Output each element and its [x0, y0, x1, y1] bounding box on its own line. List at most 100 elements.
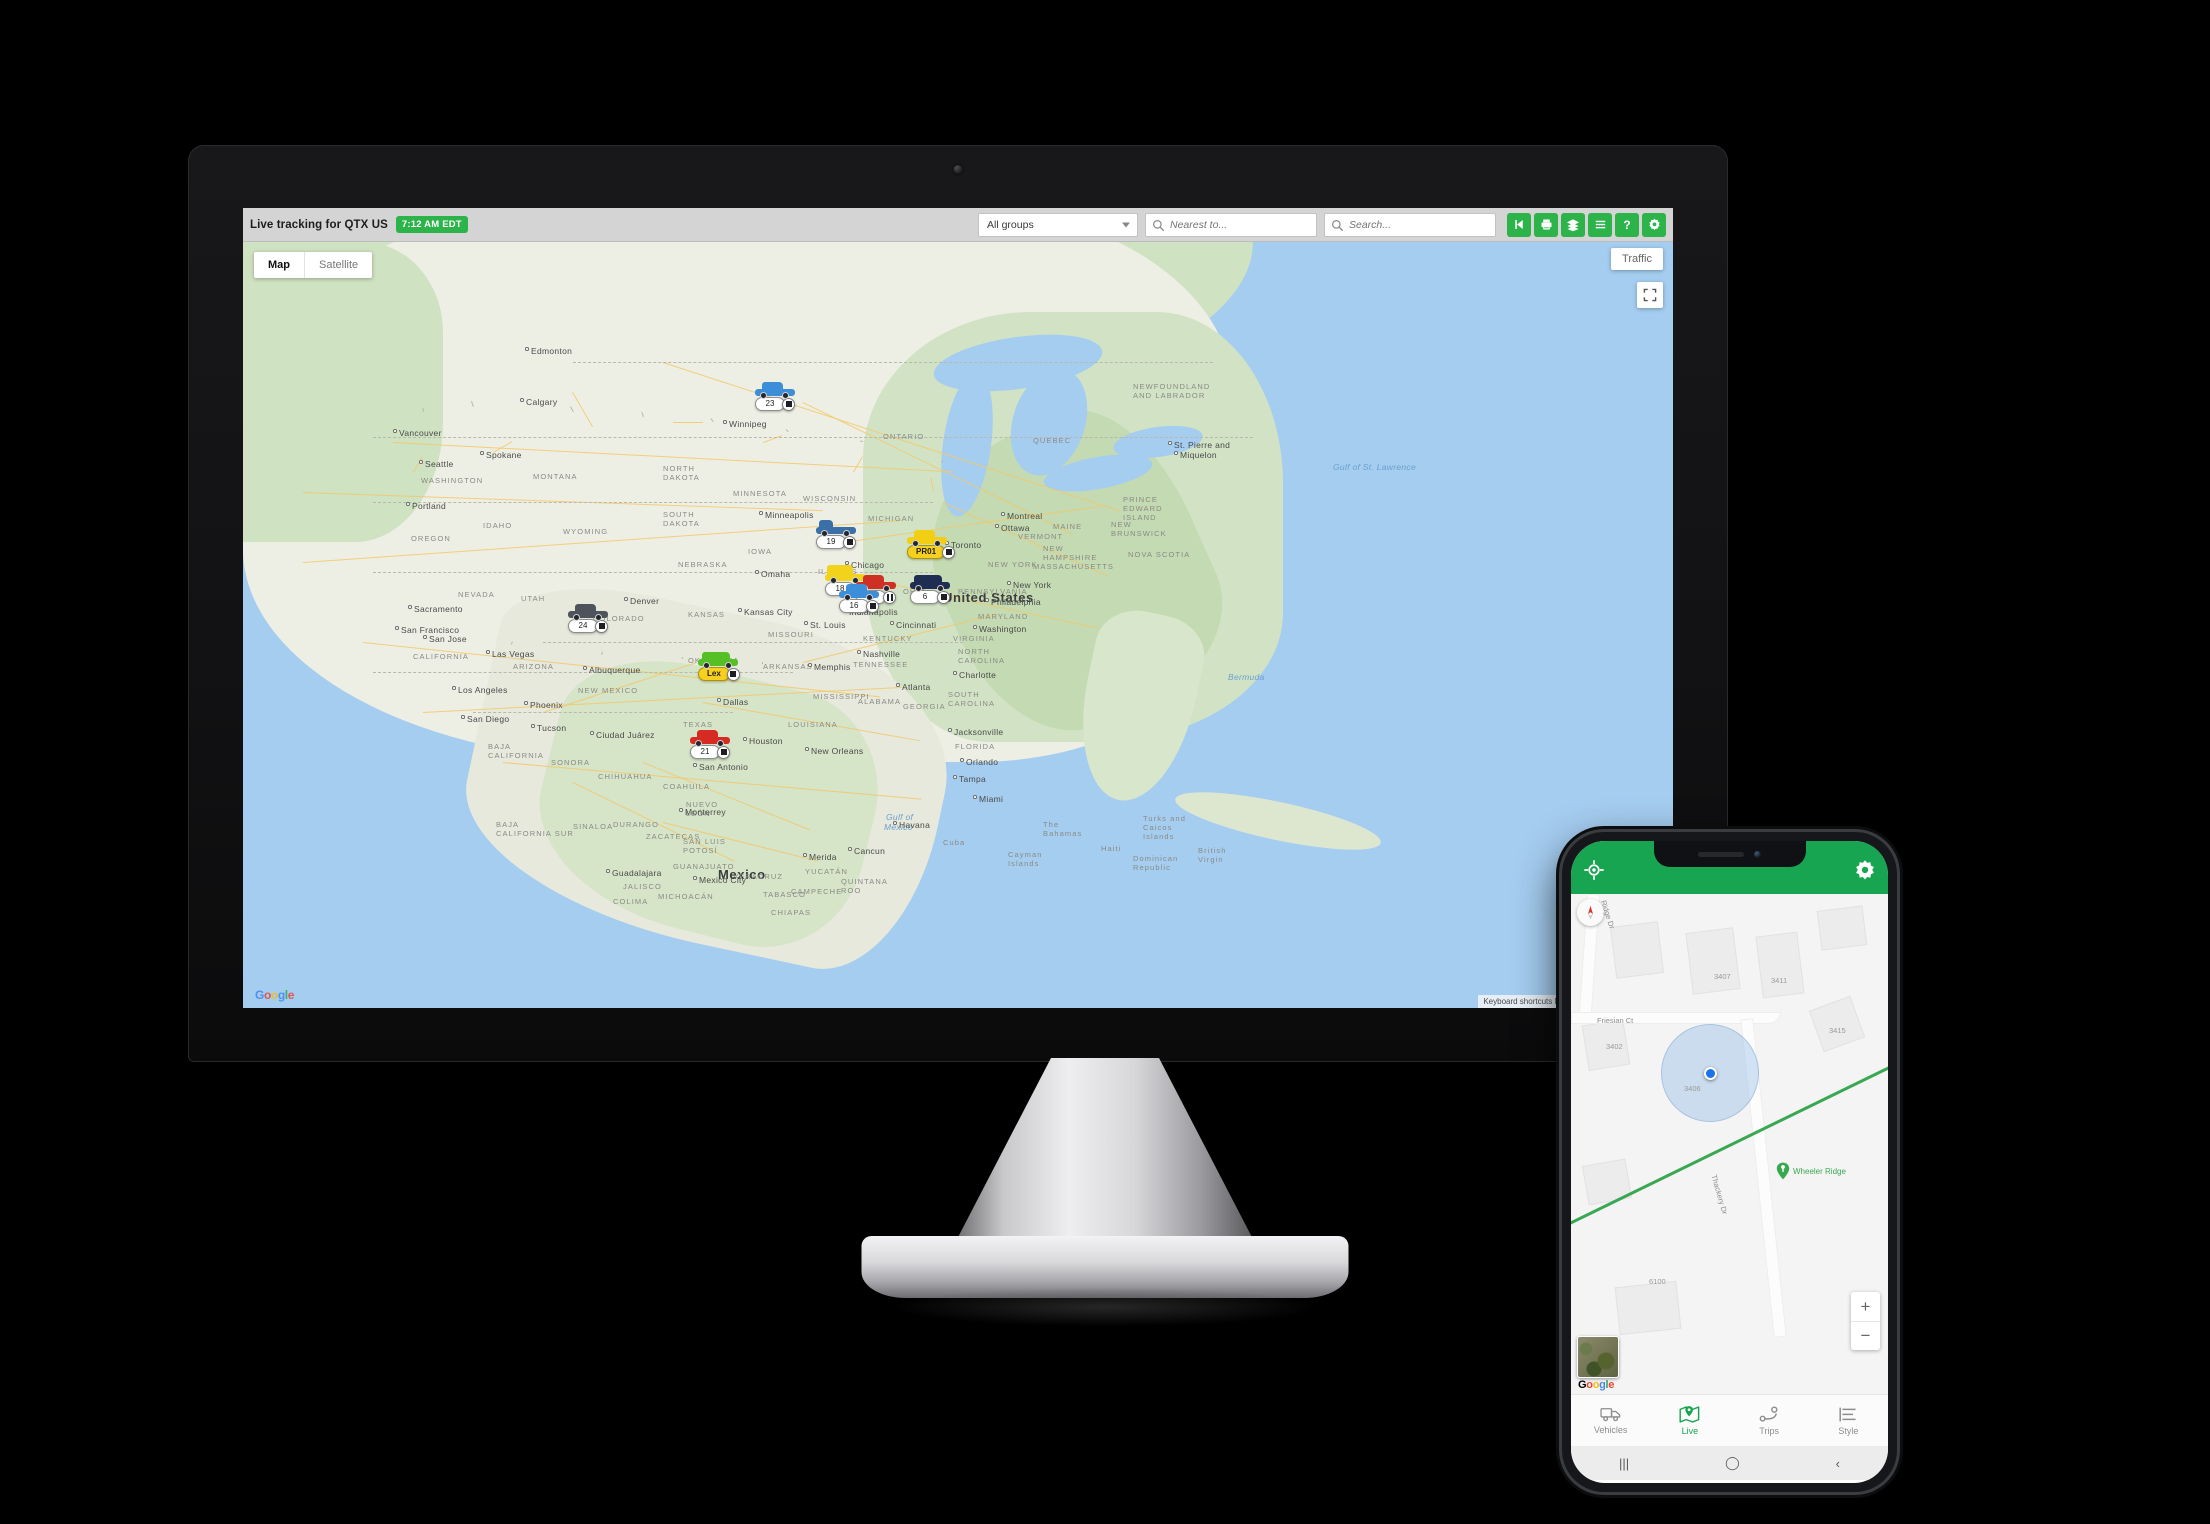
vehicle-label[interactable]: 6 [910, 590, 940, 605]
google-logo: Google [255, 988, 294, 1002]
map-zoom-controls[interactable]: + − [1851, 1292, 1880, 1350]
vehicle-status-anchor[interactable] [717, 745, 730, 759]
help-button[interactable]: ? [1615, 212, 1639, 237]
zoom-in-button[interactable]: + [1851, 1292, 1880, 1321]
traffic-toggle-button[interactable]: Traffic [1611, 248, 1663, 270]
satellite-layer-thumbnail[interactable] [1577, 1336, 1619, 1378]
map-type-map-button[interactable]: Map [254, 252, 304, 278]
city-dot [985, 598, 989, 602]
vehicle-wheel [866, 594, 873, 601]
region-label: GUANAJUATO [673, 862, 735, 871]
vehicle-status-anchor[interactable] [942, 545, 956, 559]
recents-button[interactable]: ||| [1619, 1456, 1629, 1471]
region-label: WASHINGTON [421, 476, 484, 485]
city-label: Charlotte [959, 670, 997, 680]
poi-wheeler-ridge[interactable]: Wheeler Ridge [1776, 1162, 1846, 1180]
vehicle-wheel [760, 392, 767, 399]
region-label: MASSACHUSETTS [1033, 562, 1114, 571]
city-label: Guadalajara [612, 868, 662, 878]
earpiece-speaker [1698, 851, 1744, 857]
vehicle-marker-pr01[interactable]: PR01 [907, 530, 956, 560]
city-dot [1174, 451, 1178, 455]
live-tracking-map[interactable]: United States Mexico Gulf of Mexico Bermuda G… [243, 242, 1673, 1008]
vehicle-status-anchor[interactable] [843, 535, 856, 549]
city-label: Minneapolis [765, 510, 814, 520]
map-type-satellite-button[interactable]: Satellite [304, 252, 372, 278]
city-label: Washington [979, 624, 1027, 634]
city-dot [759, 511, 763, 515]
vehicle-wheel [717, 740, 724, 747]
android-nav-bar[interactable]: ||| ◯ ‹ [1571, 1446, 1888, 1480]
city-dot [419, 460, 423, 464]
home-button[interactable]: ◯ [1725, 1455, 1740, 1471]
settings-button[interactable] [1642, 212, 1666, 237]
city-dot [393, 429, 397, 433]
vehicle-label[interactable]: 19 [816, 535, 846, 550]
vehicle-status-anchor[interactable] [726, 667, 740, 681]
region-label: AND LABRADOR [1133, 391, 1206, 400]
zoom-out-button[interactable]: − [1851, 1321, 1880, 1350]
vehicle-label[interactable]: 16 [839, 599, 869, 614]
vehicle-status-anchor[interactable] [937, 590, 950, 604]
phone-tab-bar[interactable]: Vehicles Live Trips Style [1571, 1394, 1888, 1446]
vehicle-marker-19[interactable]: 19 [816, 520, 856, 550]
layers-button[interactable] [1561, 212, 1585, 237]
vehicle-marker-6[interactable]: 6 [910, 575, 950, 605]
fullscreen-button[interactable] [1637, 282, 1663, 308]
nearest-to-input[interactable] [1170, 218, 1316, 231]
vehicle-label[interactable]: 21 [690, 745, 720, 760]
tab-vehicles[interactable]: Vehicles [1571, 1406, 1650, 1435]
city-dot [960, 758, 964, 762]
city-label: San Diego [467, 714, 510, 724]
region-label: Islands [1143, 832, 1175, 841]
vehicle-status-anchor[interactable] [883, 590, 896, 604]
region-label: NEW [1043, 544, 1064, 553]
vehicle-marker-23[interactable]: 23 [755, 382, 795, 412]
vehicle-icon [690, 730, 730, 747]
vehicle-label-row: 23 [755, 397, 795, 412]
vehicle-icon [910, 575, 950, 592]
city-label: St. Pierre and [1174, 440, 1231, 450]
city-label: Omaha [761, 569, 791, 579]
search-input[interactable] [1349, 218, 1495, 231]
city-label: Miquelon [1180, 450, 1217, 460]
vehicle-icon [907, 530, 947, 547]
vehicle-label[interactable]: PR01 [907, 545, 946, 560]
vehicle-status-anchor[interactable] [782, 397, 795, 411]
vehicle-marker-lex[interactable]: Lex [698, 652, 740, 682]
city-label: Kansas City [744, 607, 793, 617]
vehicle-status-anchor[interactable] [866, 599, 879, 613]
screenshot-stage: Live tracking for QTX US 7:12 AM EDT All… [0, 0, 2210, 1524]
city-label: Albuquerque [589, 665, 641, 675]
print-button[interactable] [1534, 212, 1558, 237]
vehicle-label[interactable]: 24 [568, 619, 598, 634]
nearest-to-search[interactable] [1145, 212, 1317, 237]
phone-map[interactable]: Ridge Dr 3407 3411 3415 Friesian Ct 3402… [1571, 894, 1888, 1394]
vehicle-marker-21[interactable]: 21 [690, 730, 730, 760]
list-button[interactable] [1588, 212, 1612, 237]
city-dot [606, 869, 610, 873]
panel-collapse-button[interactable] [1507, 212, 1531, 237]
phone-settings-button[interactable] [1854, 859, 1876, 886]
gear-icon [1856, 860, 1874, 880]
tab-live[interactable]: Live [1650, 1405, 1729, 1436]
vehicle-marker-24[interactable]: 24 [568, 604, 608, 634]
region-label: Cayman [1008, 850, 1043, 859]
administrative-border [573, 362, 1213, 363]
vehicle-label[interactable]: 23 [755, 397, 785, 412]
map-type-control[interactable]: Map Satellite [254, 252, 373, 278]
vehicle-label-row: Lex [698, 667, 740, 682]
locate-me-button[interactable] [1583, 859, 1605, 886]
back-button[interactable]: ‹ [1836, 1456, 1840, 1471]
tab-style[interactable]: Style [1809, 1406, 1888, 1436]
tab-trips[interactable]: Trips [1730, 1405, 1809, 1436]
global-search[interactable] [1324, 212, 1496, 237]
vehicle-wheel [830, 577, 837, 584]
group-select[interactable]: All groups [978, 212, 1138, 237]
region-label: Turks and [1143, 814, 1186, 823]
vehicle-status-anchor[interactable] [595, 619, 608, 633]
city-dot [948, 728, 952, 732]
region-label: CHIAPAS [771, 908, 812, 917]
vehicle-marker-16[interactable]: 16 [839, 584, 879, 614]
vehicle-label[interactable]: Lex [698, 667, 730, 682]
